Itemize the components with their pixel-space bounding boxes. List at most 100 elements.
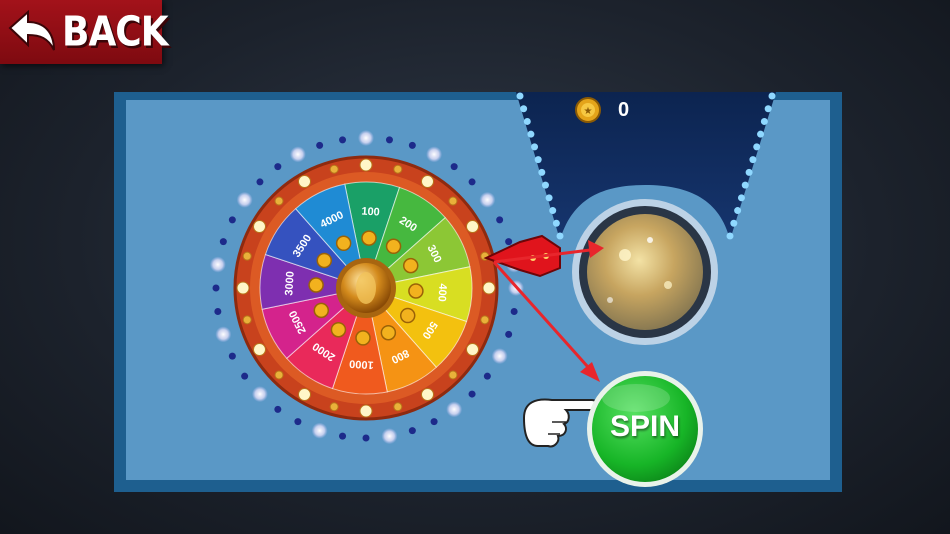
rim-bulb	[466, 220, 480, 233]
funnel-light	[760, 117, 768, 125]
rim-bulb	[252, 343, 266, 356]
light-dot	[294, 418, 302, 426]
scene: ★ 10020030040050080010002000250030003500…	[209, 92, 776, 448]
light-dot	[408, 141, 416, 149]
light-dot	[274, 163, 282, 171]
light-bulb	[479, 191, 496, 208]
funnel-light	[745, 168, 753, 176]
funnel-light	[531, 143, 539, 151]
wheel-coin-icon	[385, 238, 402, 255]
light-dot	[339, 432, 347, 440]
funnel-light	[552, 219, 560, 227]
rim-bulb	[448, 196, 458, 206]
light-dot	[212, 284, 220, 292]
funnel-light	[545, 194, 553, 202]
rim-bulb	[421, 174, 434, 188]
light-bulb	[446, 401, 463, 418]
funnel-light	[730, 219, 738, 227]
funnel-light	[541, 181, 549, 189]
wheel-coin-icon	[316, 252, 333, 269]
wheel-coin-icon	[330, 321, 347, 338]
light-dot	[256, 178, 264, 186]
funnel-light	[549, 207, 557, 215]
rim-bulb	[274, 370, 284, 380]
wheel-coin-icon	[361, 230, 377, 246]
light-dot	[510, 307, 518, 315]
wheel-coin-icon	[380, 324, 397, 341]
prize-wheel[interactable]: 1002003004005008001000200025003000350040…	[233, 155, 499, 421]
funnel-light	[726, 232, 734, 240]
rim-bulb	[298, 174, 311, 188]
rim-bulb	[242, 315, 252, 325]
funnel-light	[556, 232, 564, 240]
light-bulb	[236, 191, 253, 208]
wheel-coin-icon	[402, 257, 419, 274]
funnel-light	[538, 168, 546, 176]
funnel-light	[768, 92, 776, 100]
rim-bulb	[482, 281, 496, 295]
light-bulb	[209, 256, 226, 273]
wheel-coin-icon	[355, 330, 371, 346]
light-bulb	[381, 428, 398, 445]
rim-bulb	[480, 315, 490, 325]
wheel-segment-label: 400	[435, 283, 448, 302]
wheel-segment-label: 3000	[283, 271, 296, 296]
wheel-coin-icon	[313, 302, 330, 319]
rim-bulb	[329, 402, 339, 412]
light-dot	[214, 307, 222, 315]
wheel-segment-label: 100	[361, 206, 380, 219]
light-bulb	[426, 146, 443, 163]
wheel-coin-icon	[399, 307, 416, 324]
light-bulb	[251, 386, 268, 403]
coin-count: 0	[618, 99, 630, 121]
light-bulb	[289, 146, 306, 163]
light-dot	[219, 238, 227, 246]
wheel-hub	[336, 258, 396, 318]
light-dot	[468, 390, 476, 398]
light-dot	[408, 427, 416, 435]
wheel-segment-label: 1000	[349, 357, 374, 370]
rim-bulb	[242, 251, 252, 261]
funnel-light	[527, 130, 535, 138]
rim-bulb	[236, 281, 250, 295]
rim-bulb	[359, 158, 373, 172]
light-dot	[505, 238, 513, 246]
rim-bulb	[393, 164, 403, 174]
light-dot	[385, 136, 393, 144]
light-dot	[450, 163, 458, 171]
light-dot	[241, 372, 249, 380]
prize-orb	[572, 199, 718, 345]
spin-button[interactable]: SPIN	[586, 370, 704, 488]
funnel-light	[741, 181, 749, 189]
light-bulb	[358, 130, 374, 146]
light-dot	[228, 216, 236, 224]
funnel-light	[520, 105, 528, 113]
light-dot	[496, 216, 504, 224]
light-dot	[316, 141, 324, 149]
light-dot	[339, 136, 347, 144]
light-dot	[468, 178, 476, 186]
funnel-light	[734, 207, 742, 215]
funnel-light	[523, 117, 531, 125]
rim-bulb	[393, 402, 403, 412]
svg-text:★: ★	[584, 106, 593, 117]
light-bulb	[215, 326, 232, 343]
rim-bulb	[466, 343, 480, 356]
rim-bulb	[359, 404, 373, 418]
funnel-light	[749, 156, 757, 164]
wheel-coin-icon	[308, 277, 324, 293]
rim-bulb	[329, 164, 339, 174]
rim-bulb	[421, 388, 434, 402]
rim-bulb	[298, 388, 311, 402]
spin-button-label: SPIN	[609, 410, 681, 443]
light-dot	[483, 372, 491, 380]
coin-icon: ★	[575, 97, 601, 123]
light-dot	[362, 434, 370, 442]
wheel-coin-icon	[408, 283, 424, 299]
funnel-light	[737, 194, 745, 202]
light-dot	[274, 405, 282, 413]
rim-bulb	[448, 370, 458, 380]
funnel-light	[753, 143, 761, 151]
funnel-light	[764, 105, 772, 113]
funnel-light	[757, 130, 765, 138]
